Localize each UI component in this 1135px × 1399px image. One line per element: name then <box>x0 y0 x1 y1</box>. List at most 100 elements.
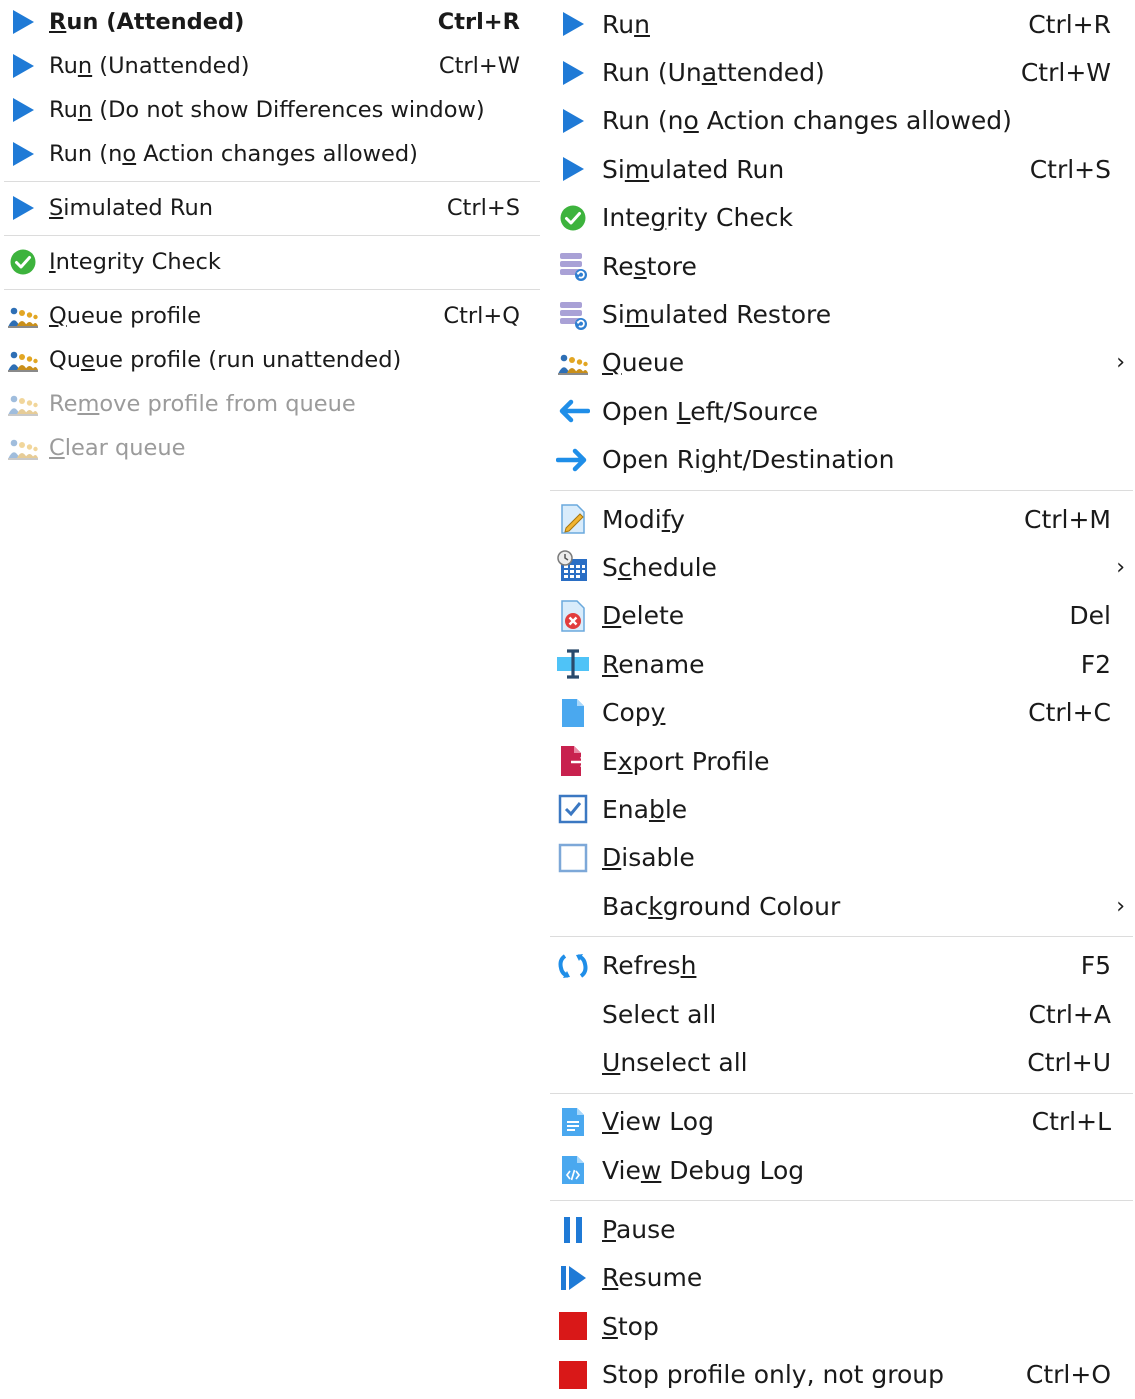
shortcut-key: Ctrl+O <box>1025 1360 1111 1390</box>
menu-item-enable[interactable]: Enable <box>550 785 1133 833</box>
access-key: R <box>602 649 619 679</box>
menu-item-stop[interactable]: Stop <box>550 1302 1133 1350</box>
calendar-clock-icon <box>554 549 592 585</box>
refresh-icon <box>554 948 592 984</box>
pause-icon <box>554 1212 592 1248</box>
resume-icon <box>554 1260 592 1296</box>
access-key: f <box>661 504 671 534</box>
menu-item-queue-profile-run-unattended[interactable]: Queue profile (run unattended) <box>4 338 540 382</box>
access-key: P <box>602 1215 616 1245</box>
access-key: w <box>640 1155 662 1185</box>
menu-item-run-no-action-changes-allowed[interactable]: Run (no Action changes allowed) <box>550 97 1133 145</box>
menu-item-simulated-restore[interactable]: Simulated Restore <box>550 290 1133 338</box>
blank-icon-slot <box>554 1044 592 1080</box>
menu-item-label: Delete <box>602 601 685 631</box>
access-key: V <box>602 1107 619 1137</box>
menu-item-export-profile[interactable]: Export Profile <box>550 737 1133 785</box>
menu-separator <box>550 489 1133 491</box>
menu-item-copy[interactable]: Copy Ctrl+C <box>550 688 1133 736</box>
menu-item-queue[interactable]: Queue › <box>550 339 1133 387</box>
menu-item-label: Refresh <box>602 951 697 981</box>
access-key: c <box>617 552 632 582</box>
menu-item-label: Restore <box>602 251 697 281</box>
menu-item-queue-profile[interactable]: Queue profile Ctrl+Q <box>4 294 540 338</box>
shortcut-key: Ctrl+W <box>438 53 520 79</box>
menu-item-modify[interactable]: Modify Ctrl+M <box>550 495 1133 543</box>
menu-item-resume[interactable]: Resume <box>550 1254 1133 1302</box>
menu-item-run-unattended[interactable]: Run (Unattended) Ctrl+W <box>4 44 540 88</box>
shortcut-key: Ctrl+Q <box>443 303 520 329</box>
menu-item-restore[interactable]: Restore <box>550 242 1133 290</box>
menu-item-open-right-destination[interactable]: Open Right/Destination <box>550 436 1133 484</box>
menu-item-run-unattended[interactable]: Run (Unattended) Ctrl+W <box>550 48 1133 96</box>
menu-item-disable[interactable]: Disable <box>550 834 1133 882</box>
shortcut-key: Ctrl+C <box>1028 698 1111 728</box>
access-key: o <box>122 141 137 167</box>
menu-item-stop-profile-only-not-group[interactable]: Stop profile only, not group Ctrl+O <box>550 1351 1133 1399</box>
shortcut-key: Ctrl+W <box>1020 58 1111 88</box>
menu-separator <box>550 936 1133 938</box>
access-key: D <box>602 843 622 873</box>
menu-item-run-no-action-changes-allowed[interactable]: Run (no Action changes allowed) <box>4 132 540 176</box>
menu-item-background-colour[interactable]: Background Colour › <box>550 882 1133 930</box>
play-icon <box>554 55 592 91</box>
debug-log-icon <box>554 1152 592 1188</box>
queue-people-icon <box>6 432 40 464</box>
menu-item-label: Run (no Action changes allowed) <box>602 106 1012 136</box>
menu-item-view-debug-log[interactable]: View Debug Log <box>550 1146 1133 1194</box>
restore-database-icon <box>554 297 592 333</box>
delete-doc-icon <box>554 598 592 634</box>
play-icon <box>6 192 40 224</box>
shortcut-key: Ctrl+S <box>446 195 520 221</box>
menu-item-delete[interactable]: Delete Del <box>550 592 1133 640</box>
play-icon <box>554 6 592 42</box>
menu-item-simulated-run[interactable]: Simulated Run Ctrl+S <box>4 186 540 230</box>
stop-icon <box>554 1308 592 1344</box>
menu-item-pause[interactable]: Pause <box>550 1205 1133 1253</box>
menu-item-label: Integrity Check <box>49 249 221 275</box>
access-key: C <box>49 435 65 461</box>
shortcut-key: Ctrl+U <box>1027 1047 1111 1077</box>
menu-item-integrity-check[interactable]: Integrity Check <box>4 240 540 284</box>
menu-item-unselect-all[interactable]: Unselect all Ctrl+U <box>550 1038 1133 1086</box>
menu-item-run-do-not-show-differences-window[interactable]: Run (Do not show Differences window) <box>4 88 540 132</box>
shortcut-key: F5 <box>1080 951 1111 981</box>
menu-item-label: Enable <box>602 794 688 824</box>
menu-item-refresh[interactable]: Refresh F5 <box>550 941 1133 989</box>
shortcut-key: Ctrl+S <box>1029 154 1111 184</box>
menu-item-run-attended[interactable]: Run (Attended) Ctrl+R <box>4 0 540 44</box>
menu-item-rename[interactable]: Rename F2 <box>550 640 1133 688</box>
menu-item-schedule[interactable]: Schedule › <box>550 543 1133 591</box>
play-icon <box>6 6 40 38</box>
access-key: L <box>676 396 691 426</box>
access-key: Q <box>49 303 67 329</box>
blank-icon-slot <box>554 888 592 924</box>
menu-separator <box>550 1200 1133 1202</box>
access-key: R <box>49 9 67 35</box>
queue-people-icon <box>6 300 40 332</box>
menu-item-select-all[interactable]: Select all Ctrl+A <box>550 990 1133 1038</box>
shortcut-key: Ctrl+M <box>1024 504 1111 534</box>
access-key: s <box>633 251 647 281</box>
blank-icon-slot <box>554 996 592 1032</box>
menu-item-label: Resume <box>602 1263 703 1293</box>
menu-item-label: Background Colour <box>602 891 841 921</box>
menu-item-label: Export Profile <box>602 746 770 776</box>
restore-database-icon <box>554 248 592 284</box>
menu-item-run[interactable]: Run Ctrl+R <box>550 0 1133 48</box>
shortcut-key: Del <box>1069 601 1111 631</box>
access-key: m <box>624 300 650 330</box>
stop-icon <box>554 1357 592 1393</box>
menu-item-integrity-check[interactable]: Integrity Check <box>550 194 1133 242</box>
queue-people-icon <box>554 345 592 381</box>
play-icon <box>554 103 592 139</box>
submenu-chevron-icon: › <box>1116 893 1125 919</box>
menu-separator <box>550 1092 1133 1094</box>
menu-item-simulated-run[interactable]: Simulated Run Ctrl+S <box>550 145 1133 193</box>
access-key: U <box>602 1047 621 1077</box>
menu-item-open-left-source[interactable]: Open Left/Source <box>550 387 1133 435</box>
menu-item-view-log[interactable]: View Log Ctrl+L <box>550 1098 1133 1146</box>
menu-item-label: Run (no Action changes allowed) <box>49 141 418 167</box>
copy-doc-icon <box>554 695 592 731</box>
rename-cursor-icon <box>554 646 592 682</box>
